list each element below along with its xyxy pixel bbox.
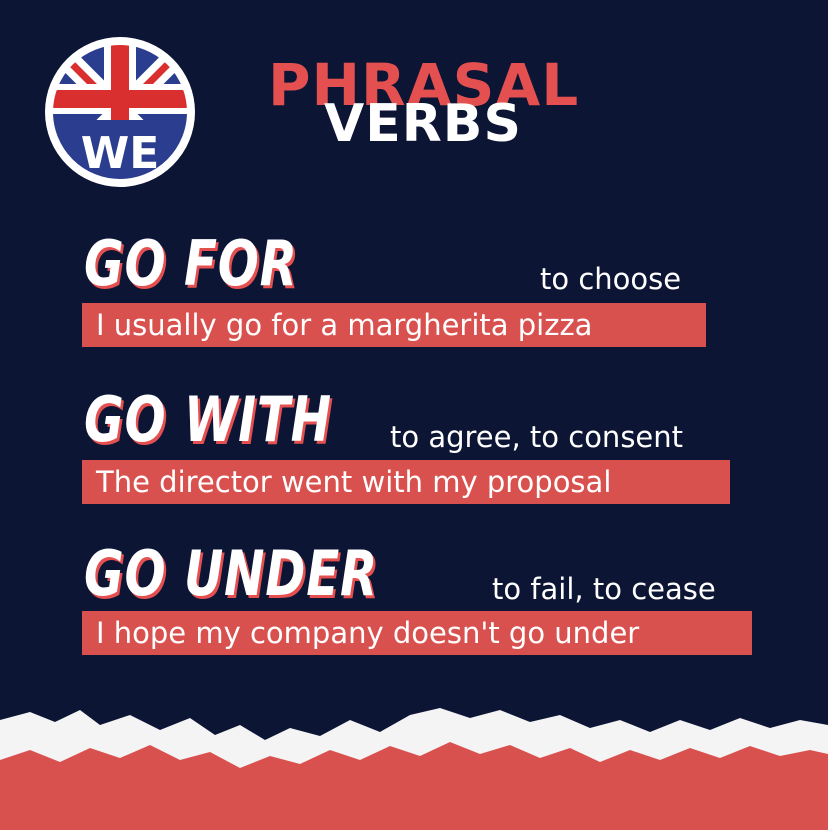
verb-heading: GO UNDER	[84, 537, 379, 610]
example-sentence: I usually go for a margherita pizza	[82, 303, 706, 347]
verb-heading: GO FOR	[84, 227, 298, 300]
example-sentence: I hope my company doesn't go under	[82, 611, 752, 655]
verb-meaning: to choose	[540, 262, 682, 296]
mountain-decoration	[0, 690, 828, 830]
example-sentence: The director went with my proposal	[82, 460, 730, 504]
verb-meaning: to agree, to consent	[390, 420, 684, 454]
page-title: PHRASAL VERBS	[268, 56, 608, 150]
phrasal-verbs-card: WE PHRASAL VERBS GO FOR to choose I usua…	[0, 0, 828, 830]
union-jack-we-logo: WE	[44, 36, 196, 188]
verb-meaning: to fail, to cease	[492, 572, 716, 606]
logo-text: WE	[81, 128, 160, 179]
verb-heading: GO WITH	[84, 383, 332, 456]
